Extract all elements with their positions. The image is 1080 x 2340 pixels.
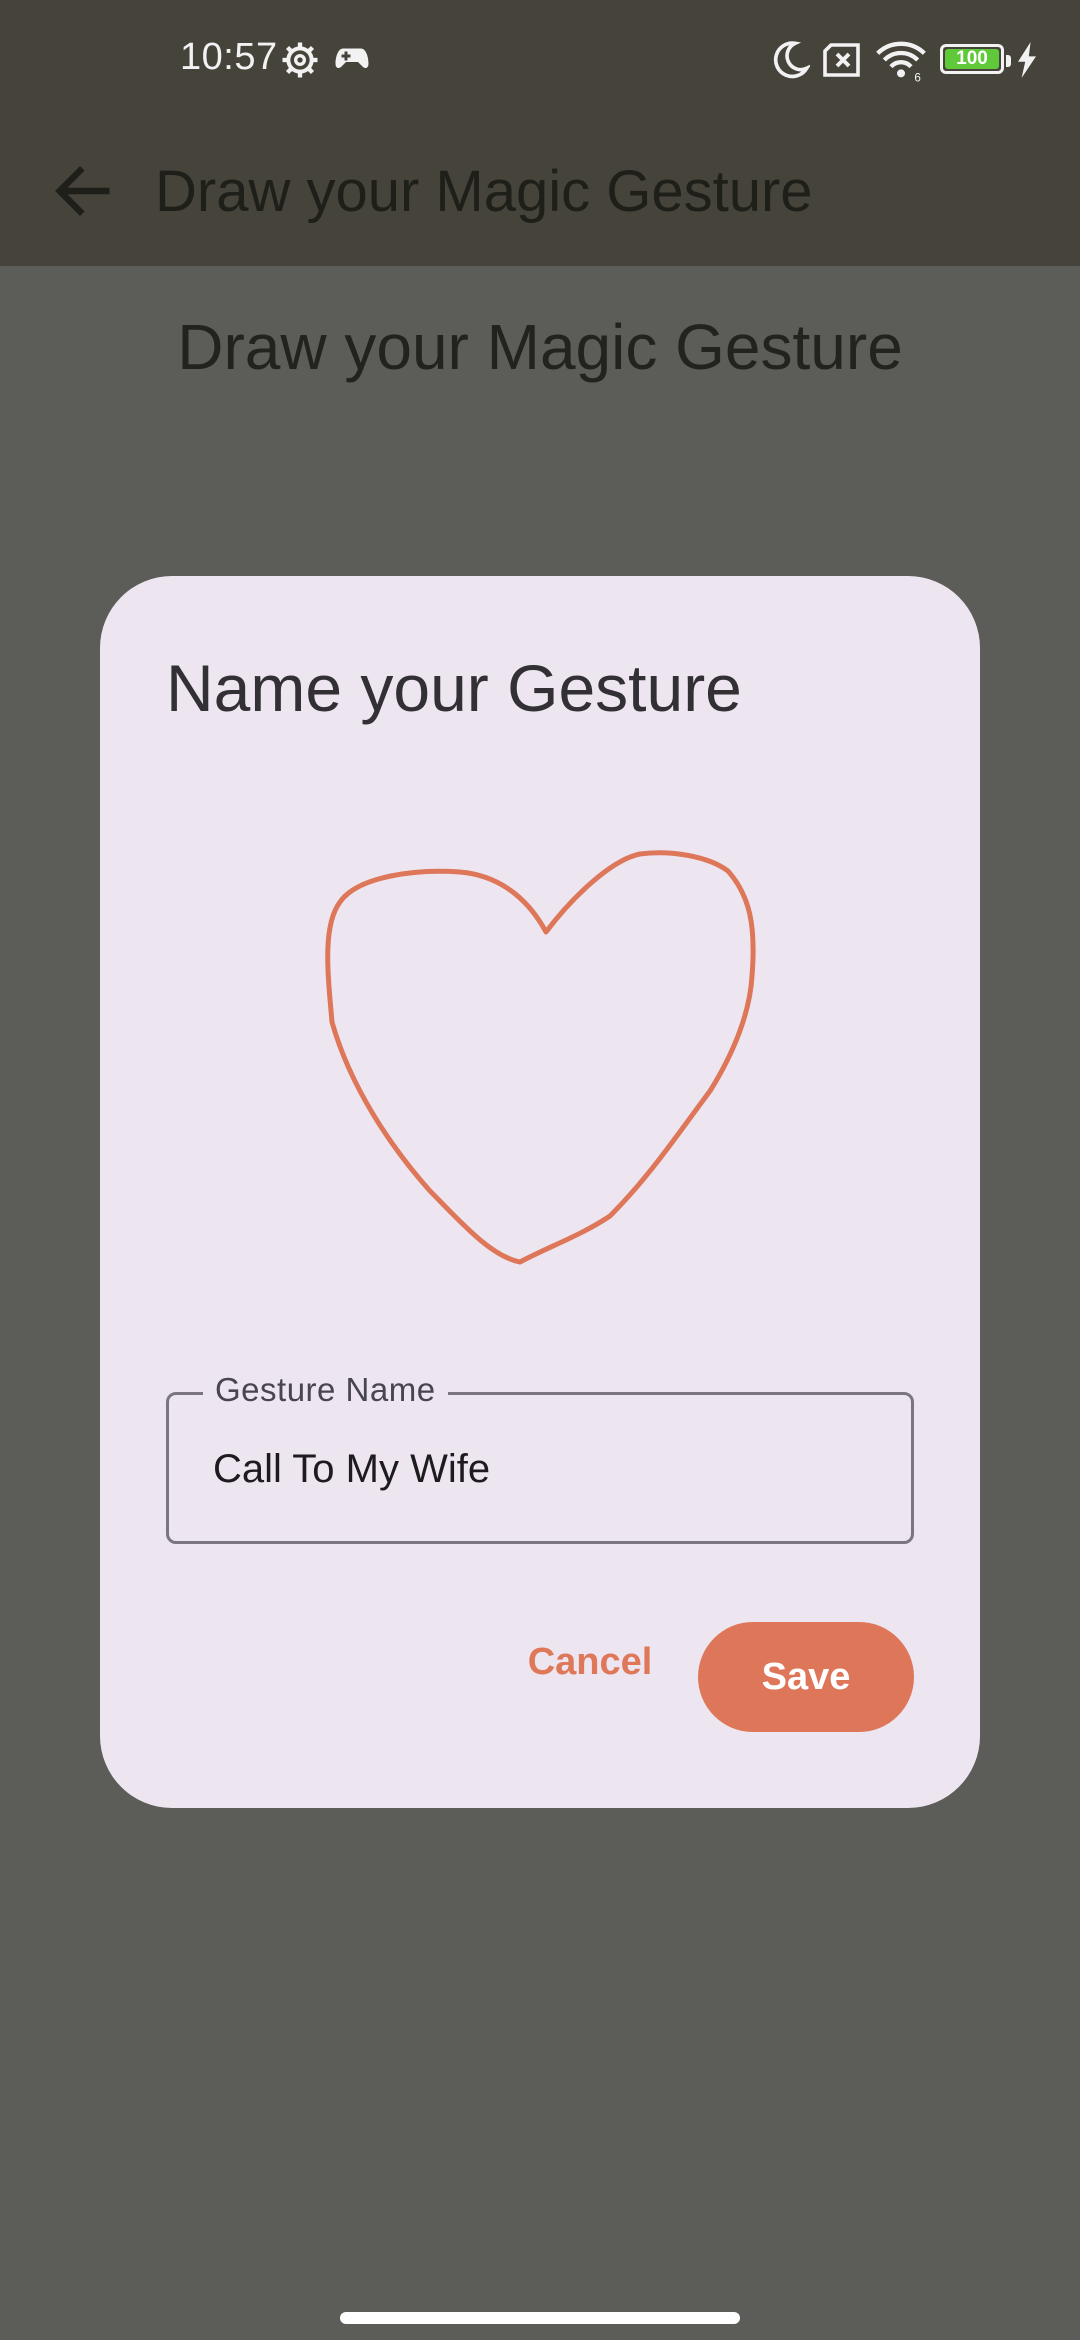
sim-x-icon xyxy=(823,43,860,77)
home-gesture-pill[interactable] xyxy=(340,2312,740,2324)
gesture-name-field[interactable]: Gesture Name Call To My Wife xyxy=(166,1371,914,1544)
battery-level: 100 xyxy=(956,48,988,69)
gesture-name-input[interactable]: Call To My Wife xyxy=(213,1447,490,1492)
name-gesture-dialog: Name your Gesture Gesture Name Call To M… xyxy=(100,576,980,1808)
dialog-title: Name your Gesture xyxy=(166,651,742,725)
gesture-heart-drawing xyxy=(325,850,756,1265)
battery-icon: 100 xyxy=(940,44,1004,74)
charging-bolt-icon xyxy=(1018,42,1036,78)
status-bar: 10:57 6 100 xyxy=(0,0,1080,118)
settings-gear-icon xyxy=(282,42,318,78)
moon-icon xyxy=(773,41,810,79)
wifi-icon: 6 xyxy=(876,41,926,82)
gesture-name-label: Gesture Name xyxy=(203,1371,448,1409)
battery-tip xyxy=(1006,55,1011,67)
status-time: 10:57 xyxy=(180,36,278,78)
arrow-left-icon[interactable] xyxy=(48,156,118,226)
app-bar-title: Draw your Magic Gesture xyxy=(155,159,813,224)
save-button[interactable]: Save xyxy=(698,1622,914,1732)
page-heading: Draw your Magic Gesture xyxy=(177,311,903,383)
cancel-button[interactable]: Cancel xyxy=(500,1622,680,1702)
gamepad-icon xyxy=(335,48,369,69)
navigation-bar xyxy=(0,2296,1080,2340)
svg-text:6: 6 xyxy=(914,72,920,82)
app-bar: Draw your Magic Gesture xyxy=(0,118,1080,266)
